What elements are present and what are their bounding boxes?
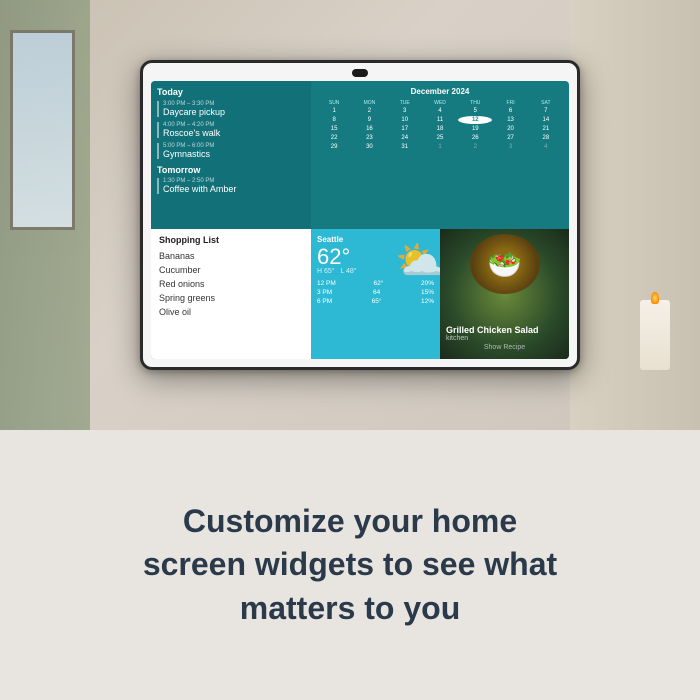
cal-day-next: 4 <box>529 143 563 151</box>
forecast-temp-1: 64 <box>373 289 380 296</box>
shopping-item-0: Bananas <box>159 249 303 263</box>
tagline: Customize your home screen widgets to se… <box>143 500 557 630</box>
tagline-line2: screen widgets to see what <box>143 546 557 582</box>
cal-day-next: 3 <box>493 143 527 151</box>
device-camera <box>352 69 368 77</box>
agenda-widget: Today 3:00 PM – 3:30 PM Daycare pickup 4… <box>151 81 311 229</box>
cal-day: 11 <box>423 116 457 124</box>
event-3-title: Coffee with Amber <box>163 184 305 194</box>
forecast-row-1: 3 PM 64 15% <box>317 288 434 297</box>
cal-day: 16 <box>352 125 386 133</box>
agenda-event-1: 4:00 PM – 4:20 PM Roscoe's walk <box>157 122 305 138</box>
device-screen: Today 3:00 PM – 3:30 PM Daycare pickup 4… <box>151 81 569 359</box>
forecast-temp-0: 62° <box>373 280 383 287</box>
cal-day: 25 <box>423 134 457 142</box>
bottom-right-widgets: Seattle ⛅ 62° H 65° L 48° 12 PM 62° <box>311 229 569 359</box>
cal-day: 19 <box>458 125 492 133</box>
cal-header-sat: SAT <box>529 100 563 106</box>
cal-day: 21 <box>529 125 563 133</box>
candle-decor <box>640 300 670 370</box>
shopping-title: Shopping List <box>159 235 303 245</box>
cal-day: 29 <box>317 143 351 151</box>
cal-day: 5 <box>458 107 492 115</box>
bottom-section: Customize your home screen widgets to se… <box>0 430 700 700</box>
forecast-precip-2: 12% <box>421 298 434 305</box>
shopping-item-4: Olive oil <box>159 305 303 319</box>
calendar-widget: December 2024 SUN MON TUE WED THU FRI SA… <box>311 81 569 229</box>
cal-day: 17 <box>388 125 422 133</box>
shopping-item-1: Cucumber <box>159 263 303 277</box>
event-2-title: Gymnastics <box>163 149 305 159</box>
room-right-wall <box>570 0 700 430</box>
cal-day: 20 <box>493 125 527 133</box>
candle-flame <box>651 292 659 304</box>
cal-day: 22 <box>317 134 351 142</box>
forecast-time-1: 3 PM <box>317 289 332 296</box>
cal-day: 26 <box>458 134 492 142</box>
calendar-title: December 2024 <box>317 87 563 96</box>
recipe-plate-icon: 🥗 <box>470 234 540 294</box>
cal-day: 15 <box>317 125 351 133</box>
forecast-row-2: 6 PM 65° 12% <box>317 297 434 306</box>
screen-grid: Today 3:00 PM – 3:30 PM Daycare pickup 4… <box>151 81 569 359</box>
cal-day: 8 <box>317 116 351 124</box>
cal-day: 23 <box>352 134 386 142</box>
recipe-cta[interactable]: Show Recipe <box>446 344 563 351</box>
agenda-today-label: Today <box>157 87 305 97</box>
top-section: Today 3:00 PM – 3:30 PM Daycare pickup 4… <box>0 0 700 430</box>
cal-day-today: 12 <box>458 116 492 124</box>
cal-day: 9 <box>352 116 386 124</box>
cal-day: 13 <box>493 116 527 124</box>
agenda-event-2: 5:00 PM – 6:00 PM Gymnastics <box>157 143 305 159</box>
shopping-widget: Shopping List Bananas Cucumber Red onion… <box>151 229 311 359</box>
shopping-item-2: Red onions <box>159 277 303 291</box>
event-1-title: Roscoe's walk <box>163 128 305 138</box>
cal-day: 18 <box>423 125 457 133</box>
cal-day: 14 <box>529 116 563 124</box>
cal-day: 10 <box>388 116 422 124</box>
event-0-title: Daycare pickup <box>163 107 305 117</box>
cal-day-next: 2 <box>458 143 492 151</box>
forecast-temp-2: 65° <box>372 298 382 305</box>
cal-day: 31 <box>388 143 422 151</box>
recipe-widget: 🥗 Grilled Chicken Salad kitchen Show Rec… <box>440 229 569 359</box>
cal-day: 2 <box>352 107 386 115</box>
cal-day: 28 <box>529 134 563 142</box>
forecast-time-2: 6 PM <box>317 298 332 305</box>
cal-day: 24 <box>388 134 422 142</box>
cal-day: 27 <box>493 134 527 142</box>
recipe-info: Grilled Chicken Salad kitchen Show Recip… <box>446 325 563 351</box>
cal-day: 3 <box>388 107 422 115</box>
cal-header-fri: FRI <box>493 100 527 106</box>
agenda-event-0: 3:00 PM – 3:30 PM Daycare pickup <box>157 101 305 117</box>
agenda-tomorrow-label: Tomorrow <box>157 165 305 175</box>
weather-low: L 48° <box>340 268 356 275</box>
tagline-line3: matters to you <box>240 590 460 626</box>
tagline-line1: Customize your home <box>183 503 517 539</box>
recipe-name: Grilled Chicken Salad <box>446 325 563 335</box>
weather-widget: Seattle ⛅ 62° H 65° L 48° 12 PM 62° <box>311 229 440 359</box>
forecast-time-0: 12 PM <box>317 280 336 287</box>
recipe-source: kitchen <box>446 335 563 342</box>
echo-show-device: Today 3:00 PM – 3:30 PM Daycare pickup 4… <box>140 60 580 370</box>
cal-header-thu: THU <box>458 100 492 106</box>
room-left-wall <box>0 0 90 430</box>
agenda-event-3: 1:30 PM – 2:50 PM Coffee with Amber <box>157 178 305 194</box>
cal-day: 7 <box>529 107 563 115</box>
weather-high: H 65° <box>317 268 335 275</box>
cloud-icon: ⛅ <box>395 237 440 284</box>
cal-day: 1 <box>317 107 351 115</box>
shopping-item-3: Spring greens <box>159 291 303 305</box>
cal-day-next: 1 <box>423 143 457 151</box>
cal-header-tue: TUE <box>388 100 422 106</box>
cal-day: 30 <box>352 143 386 151</box>
cal-header-mon: MON <box>352 100 386 106</box>
cal-header-sun: SUN <box>317 100 351 106</box>
cal-day: 4 <box>423 107 457 115</box>
cal-header-wed: WED <box>423 100 457 106</box>
window-frame <box>10 30 75 230</box>
calendar-grid: SUN MON TUE WED THU FRI SAT 1 2 3 4 5 6 <box>317 100 563 151</box>
cal-day: 6 <box>493 107 527 115</box>
forecast-precip-1: 15% <box>421 289 434 296</box>
